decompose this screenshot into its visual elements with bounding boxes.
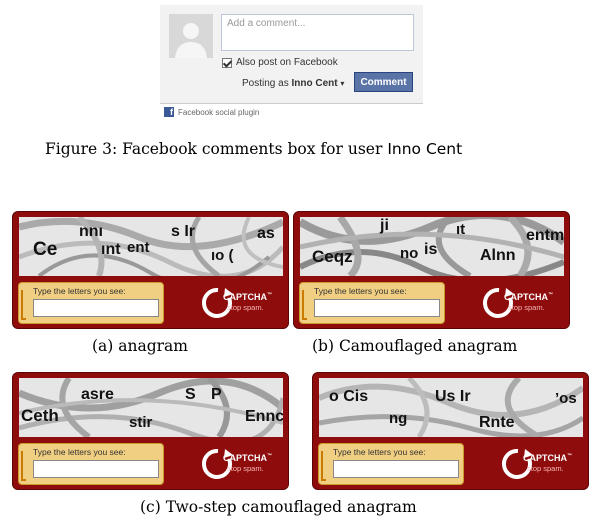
captcha-word: entm (526, 227, 564, 244)
captcha-a: Ce nnı ınt ent s Ir as ıo ( Type the let… (12, 211, 289, 329)
captcha-word: ıo ( (211, 247, 234, 264)
figure-3-caption-user: Inno Cent (387, 140, 463, 158)
captcha-word: Alnn (480, 247, 516, 264)
figure-3-caption: Figure 3: Facebook comments box for user… (45, 140, 462, 158)
captcha-c-step-1: Ceth asre stir S P Ennc Type the letters… (12, 372, 289, 490)
captcha-prompt: Type the letters you see: (333, 447, 426, 457)
caption-b: (b) Camouflaged anagram (312, 337, 518, 355)
captcha-word: Rnte (479, 414, 515, 431)
arrow-icon (302, 290, 307, 320)
arrow-icon (21, 451, 26, 481)
captcha-input[interactable] (333, 460, 459, 478)
captcha-image: Ceqz ji no is ıt Alnn entm (300, 217, 564, 276)
caption-a: (a) anagram (92, 337, 188, 355)
captcha-word: is (424, 241, 438, 258)
captcha-prompt: Type the letters you see: (314, 286, 407, 296)
captcha-word: asre (81, 386, 114, 403)
captcha-brand: CAPTCHA™ (223, 292, 272, 302)
divider (160, 103, 423, 104)
captcha-entry: Type the letters you see: (299, 282, 445, 324)
captcha-entry: Type the letters you see: (18, 282, 164, 324)
facebook-social-plugin[interactable]: f Facebook social plugin (164, 107, 259, 117)
posting-as-prefix: Posting as (242, 78, 289, 89)
captcha-word: no (400, 245, 419, 262)
captcha-tagline: stop spam. (508, 303, 545, 312)
captcha-image: o Cis ng Us Ir Rnte ’os (319, 378, 583, 437)
captcha-brand: CAPTCHA™ (523, 453, 572, 463)
avatar (169, 14, 213, 58)
captcha-word: o Cis (329, 388, 369, 405)
captcha-c-step-2: o Cis ng Us Ir Rnte ’os Type the letters… (312, 372, 589, 490)
captcha-input[interactable] (33, 299, 159, 317)
captcha-word: ji (380, 217, 389, 234)
comment-button[interactable]: Comment (354, 72, 413, 92)
captcha-word: S (185, 386, 196, 403)
captcha-word: nnı (79, 223, 103, 240)
captcha-word: ınt (101, 241, 121, 258)
captcha-word: Us Ir (435, 388, 471, 405)
captcha-word: stir (129, 414, 153, 431)
captcha-image: Ce nnı ınt ent s Ir as ıo ( (19, 217, 283, 276)
captcha-logo: CAPTCHA™ stop spam. (499, 445, 585, 483)
captcha-input[interactable] (33, 460, 159, 478)
captcha-brand: CAPTCHA™ (223, 453, 272, 463)
captcha-word: Ceqz (312, 247, 353, 266)
captcha-word: ent (127, 239, 150, 256)
captcha-tagline: stop spam. (227, 303, 264, 312)
captcha-word: Ceth (21, 406, 59, 425)
captcha-word: ’os (555, 390, 577, 407)
arrow-icon (321, 451, 326, 481)
captcha-brand: CAPTCHA™ (504, 292, 553, 302)
also-post-checkbox[interactable] (222, 57, 232, 68)
captcha-word: P (211, 386, 222, 403)
captcha-entry: Type the letters you see: (318, 443, 464, 485)
captcha-word: s Ir (171, 223, 196, 240)
captcha-prompt: Type the letters you see: (33, 286, 126, 296)
caption-c: (c) Two-step camouflaged anagram (140, 498, 417, 516)
captcha-entry: Type the letters you see: (18, 443, 164, 485)
chevron-down-icon[interactable]: ▾ (340, 79, 344, 88)
captcha-b: Ceqz ji no is ıt Alnn entm Type the lett… (293, 211, 570, 329)
captcha-word: as (257, 225, 275, 242)
captcha-word: Ce (33, 239, 58, 260)
captcha-input[interactable] (314, 299, 440, 317)
plugin-label: Facebook social plugin (178, 107, 260, 117)
facebook-logo-icon: f (164, 107, 174, 117)
captcha-tagline: stop spam. (527, 464, 564, 473)
captcha-logo: CAPTCHA™ stop spam. (199, 445, 285, 483)
facebook-comments-box: Add a comment... Also post on Facebook P… (160, 5, 423, 103)
arrow-icon (21, 290, 26, 320)
posting-as-user[interactable]: Inno Cent (291, 78, 337, 89)
captcha-logo: CAPTCHA™ stop spam. (199, 284, 285, 322)
also-post-row[interactable]: Also post on Facebook (222, 57, 338, 68)
comment-input[interactable]: Add a comment... (221, 14, 414, 51)
captcha-image: Ceth asre stir S P Ennc (19, 378, 283, 437)
posting-as[interactable]: Posting as Inno Cent ▾ (242, 78, 344, 89)
captcha-prompt: Type the letters you see: (33, 447, 126, 457)
captcha-tagline: stop spam. (227, 464, 264, 473)
captcha-word: ng (389, 410, 408, 427)
also-post-label: Also post on Facebook (236, 57, 338, 68)
captcha-logo: CAPTCHA™ stop spam. (480, 284, 566, 322)
captcha-word: Ennc (245, 408, 283, 425)
captcha-word: ıt (456, 221, 466, 238)
figure-3-caption-text: Figure 3: Facebook comments box for user (45, 140, 383, 158)
